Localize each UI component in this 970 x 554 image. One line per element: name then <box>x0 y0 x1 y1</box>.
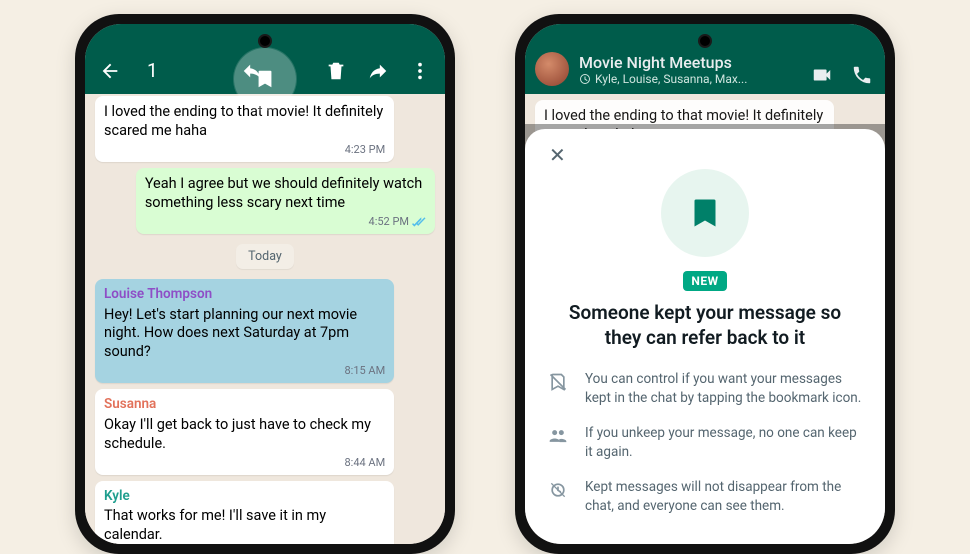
info-point: Kept messages will not disappear from th… <box>547 478 863 516</box>
chat-title-block[interactable]: Movie Night Meetups Kyle, Louise, Susann… <box>579 53 793 86</box>
message-out[interactable]: Yeah I agree but we should definitely wa… <box>136 168 435 234</box>
message-time: 8:15 AM <box>104 364 385 378</box>
phone-frame-right: Movie Night Meetups Kyle, Louise, Susann… <box>515 14 895 554</box>
bookmark-icon <box>254 68 276 90</box>
group-avatar[interactable] <box>535 52 569 86</box>
forward-icon[interactable] <box>367 60 389 82</box>
timer-off-icon <box>547 478 569 500</box>
message-text: Okay I'll get back to just have to check… <box>104 416 385 454</box>
chat-title: Movie Night Meetups <box>579 53 793 72</box>
screen-left: 1 I loved the ending to that movie! It d… <box>85 24 445 544</box>
message-text: I loved the ending to that movie! It def… <box>104 103 385 141</box>
message-in[interactable]: Kyle That works for me! I'll save it in … <box>95 481 394 544</box>
back-icon[interactable] <box>99 60 121 82</box>
sender-name: Kyle <box>104 488 385 506</box>
camera-hole <box>258 34 272 48</box>
chat-scroll[interactable]: I loved the ending to that movie! It def… <box>85 94 445 544</box>
bookmark-off-icon <box>547 370 569 392</box>
sender-name: Louise Thompson <box>104 286 385 304</box>
call-icon[interactable] <box>851 64 873 86</box>
close-icon[interactable]: ✕ <box>547 143 568 167</box>
chat-subtitle: Kyle, Louise, Susanna, Max... <box>579 72 793 86</box>
people-icon <box>547 424 569 446</box>
message-time: 4:52 PM <box>145 215 426 229</box>
screen-right: Movie Night Meetups Kyle, Louise, Susann… <box>525 24 885 544</box>
kept-message-info-sheet: ✕ NEW Someone kept your message so they … <box>525 129 885 544</box>
message-text: Yeah I agree but we should definitely wa… <box>145 175 426 213</box>
info-point: If you unkeep your message, no one can k… <box>547 424 863 462</box>
disappearing-timer-icon <box>579 73 591 85</box>
message-text: Hey! Let's start planning our next movie… <box>104 306 385 363</box>
info-points: You can control if you want your message… <box>547 370 863 515</box>
phone-frame-left: 1 I loved the ending to that movie! It d… <box>75 14 455 554</box>
message-time: 8:44 AM <box>104 456 385 470</box>
bookmark-icon <box>687 195 723 231</box>
message-in[interactable]: Susanna Okay I'll get back to just have … <box>95 389 394 475</box>
selection-count: 1 <box>147 59 221 82</box>
bookmark-hero <box>661 169 749 257</box>
message-in-selected[interactable]: Louise Thompson Hey! Let's start plannin… <box>95 279 394 383</box>
video-call-icon[interactable] <box>811 64 833 86</box>
info-point: You can control if you want your message… <box>547 370 863 408</box>
sender-name: Susanna <box>104 396 385 414</box>
bookmark-highlight[interactable] <box>234 48 296 110</box>
date-separator: Today <box>236 244 294 269</box>
message-in[interactable]: I loved the ending to that movie! It def… <box>95 96 394 162</box>
new-badge: NEW <box>683 271 726 291</box>
more-icon[interactable] <box>409 60 431 82</box>
camera-hole <box>698 34 712 48</box>
delete-icon[interactable] <box>325 60 347 82</box>
read-ticks-icon <box>412 217 426 227</box>
message-text: That works for me! I'll save it in my ca… <box>104 507 385 544</box>
sheet-heading: Someone kept your message so they can re… <box>547 301 863 350</box>
message-time: 4:23 PM <box>104 143 385 157</box>
